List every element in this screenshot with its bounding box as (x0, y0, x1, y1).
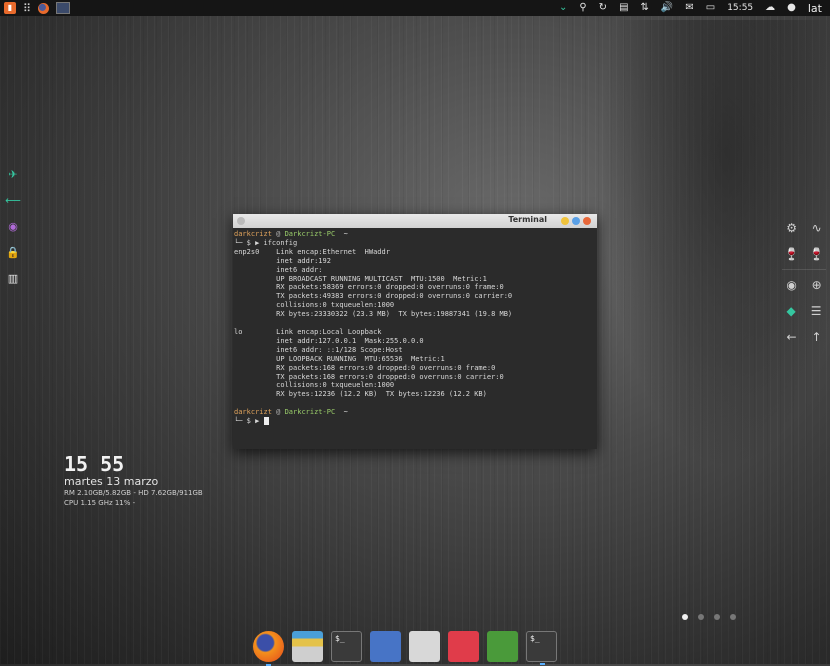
drive-icon[interactable] (370, 630, 401, 662)
desktop-clock-widget: 15 55 martes 13 marzo RM 2.10GB/5.82GB -… (64, 452, 203, 508)
games-icon[interactable] (448, 630, 479, 662)
terminal-line: RX bytes:23330322 (23.3 MB) TX bytes:198… (234, 310, 513, 319)
search-icon[interactable]: ⚲ (579, 3, 586, 13)
mask-icon[interactable]: ◉ (6, 220, 20, 232)
workspace-switcher (682, 614, 736, 620)
apps-grid-icon[interactable]: ⠿ (23, 3, 31, 14)
terminal-line: darkcrizt @ Darkcrizt-PC ~ (234, 408, 594, 417)
widget-cpu: CPU 1.15 GHz 11% - (64, 499, 136, 507)
plane-icon[interactable]: ✈ (6, 168, 20, 180)
terminal-window[interactable]: Terminal darkcrizt @ Darkcrizt-PC ~ └─ $ … (233, 214, 597, 449)
arrow-left-icon[interactable]: ← (786, 331, 796, 343)
workspace-dot[interactable] (730, 614, 736, 620)
prompt-host: Darkcrizt-PC (284, 408, 336, 417)
prompt-path: ~ (335, 408, 348, 417)
firefox-task-icon[interactable] (38, 2, 50, 14)
network-icon[interactable]: ⇅ (641, 3, 649, 13)
terminal-line: enp2s0 Link encap:Ethernet HWaddr (234, 247, 390, 256)
terminal-line: RX packets:58369 errors:0 dropped:0 over… (234, 283, 504, 292)
keyboard-layout[interactable]: lat (808, 2, 822, 15)
workspace-dot[interactable] (682, 614, 688, 620)
terminal-output[interactable]: darkcrizt @ Darkcrizt-PC ~ └─ $ ▶ ifconfi… (233, 228, 597, 426)
widget-time: 15 55 (64, 452, 125, 476)
gamepad-icon[interactable]: ⊕ (812, 279, 822, 291)
firefox-icon[interactable] (253, 630, 284, 666)
widget-ram-disk: RM 2.10GB/5.82GB - HD 7.62GB/911GB (64, 489, 203, 497)
terminal-line: └─ $ ▶ ifconfig (234, 238, 298, 247)
task-window-thumbnail[interactable] (56, 2, 71, 14)
user-icon[interactable]: ● (787, 3, 796, 13)
terminal-line: TX packets:49383 errors:0 dropped:0 over… (234, 292, 513, 301)
left-dock: ✈ ⟵ ◉ 🔒 ▥ (5, 168, 21, 284)
trash-icon[interactable] (487, 630, 518, 662)
terminal-line: UP LOOPBACK RUNNING MTU:65536 Metric:1 (234, 354, 445, 363)
prompt-at: @ (271, 408, 285, 417)
window-menu-icon[interactable] (237, 217, 245, 225)
terminal-line: └─ $ ▶ (234, 417, 594, 426)
terminal-line: inet addr:192 (234, 256, 331, 265)
eye-icon[interactable]: ◉ (786, 279, 796, 291)
workspace-dot[interactable] (698, 614, 704, 620)
terminal-line: collisions:0 txqueuelen:1000 (234, 301, 395, 310)
minimize-icon[interactable] (561, 217, 569, 225)
right-dock: ⚙ ∿ 🍷 🍷 ◉ ⊕ ◆ ☰ ← ↑ (779, 215, 829, 350)
volume-icon[interactable]: 🔊 (661, 3, 673, 13)
terminal-running-icon[interactable]: $_ (526, 630, 557, 665)
steam-icon[interactable]: ⚙ (786, 222, 797, 234)
weather-icon[interactable]: ☁ (765, 3, 775, 13)
terminal-line: inet6 addr: ::1/128 Scope:Host (234, 345, 403, 354)
app-menu-icon[interactable]: ▮ (4, 2, 16, 14)
terminal-title: Terminal (508, 215, 547, 224)
terminal-icon[interactable]: $_ (331, 630, 362, 662)
history-icon[interactable]: ↻ (599, 3, 607, 13)
clipboard-icon[interactable]: ▤ (619, 3, 628, 13)
terminal-line: UP BROADCAST RUNNING MULTICAST MTU:1500 … (234, 274, 487, 283)
top-panel: ▮ ⠿ ⌄ ⚲ ↻ ▤ ⇅ 🔊 ✉ ▭ 15:55 ☁ ● lat (0, 0, 830, 16)
prompt-user: darkcrizt (234, 408, 272, 417)
wine-alt-icon[interactable]: 🍷 (809, 248, 824, 260)
lock-icon[interactable]: 🔒 (6, 246, 20, 258)
back-arrow-icon[interactable]: ⟵ (5, 194, 21, 206)
prompt-user: darkcrizt (234, 230, 272, 238)
chevron-down-icon[interactable]: ⌄ (559, 3, 567, 13)
kodi-icon[interactable]: ◆ (787, 305, 796, 317)
prompt-path: ~ (335, 230, 348, 238)
terminal-line: inet6 addr: (234, 265, 323, 274)
prompt-at: @ (271, 230, 285, 238)
widget-date: martes 13 marzo (64, 475, 159, 488)
bottom-dock: $_ $_ (253, 628, 578, 666)
terminal-line: RX packets:168 errors:0 dropped:0 overru… (234, 363, 496, 372)
maximize-icon[interactable] (572, 217, 580, 225)
terminal-line: TX packets:168 errors:0 dropped:0 overru… (234, 372, 504, 381)
settings-icon[interactable]: ☰ (811, 305, 822, 317)
activity-icon[interactable]: ∿ (812, 222, 822, 234)
prompt-host: Darkcrizt-PC (284, 230, 336, 238)
terminal-line: darkcrizt @ Darkcrizt-PC ~ (234, 230, 594, 239)
terminal-cursor (263, 417, 269, 426)
store-icon[interactable] (409, 630, 440, 662)
workspace-dot[interactable] (714, 614, 720, 620)
terminal-line: collisions:0 txqueuelen:1000 (234, 381, 395, 390)
terminal-line: inet addr:127.0.0.1 Mask:255.0.0.0 (234, 336, 424, 345)
mail-icon[interactable]: ✉ (685, 3, 693, 13)
terminal-titlebar[interactable]: Terminal (233, 214, 597, 228)
right-dock-separator (782, 269, 826, 270)
close-icon[interactable] (583, 217, 591, 225)
bars-icon[interactable]: ▥ (6, 272, 20, 284)
arrow-up-icon[interactable]: ↑ (811, 331, 821, 343)
battery-icon[interactable]: ▭ (706, 3, 715, 13)
wine-icon[interactable]: 🍷 (784, 248, 799, 260)
files-icon[interactable] (292, 630, 323, 662)
top-clock[interactable]: 15:55 (727, 3, 753, 13)
terminal-line: RX bytes:12236 (12.2 KB) TX bytes:12236 … (234, 390, 487, 399)
terminal-line: lo Link encap:Local Loopback (234, 327, 382, 336)
